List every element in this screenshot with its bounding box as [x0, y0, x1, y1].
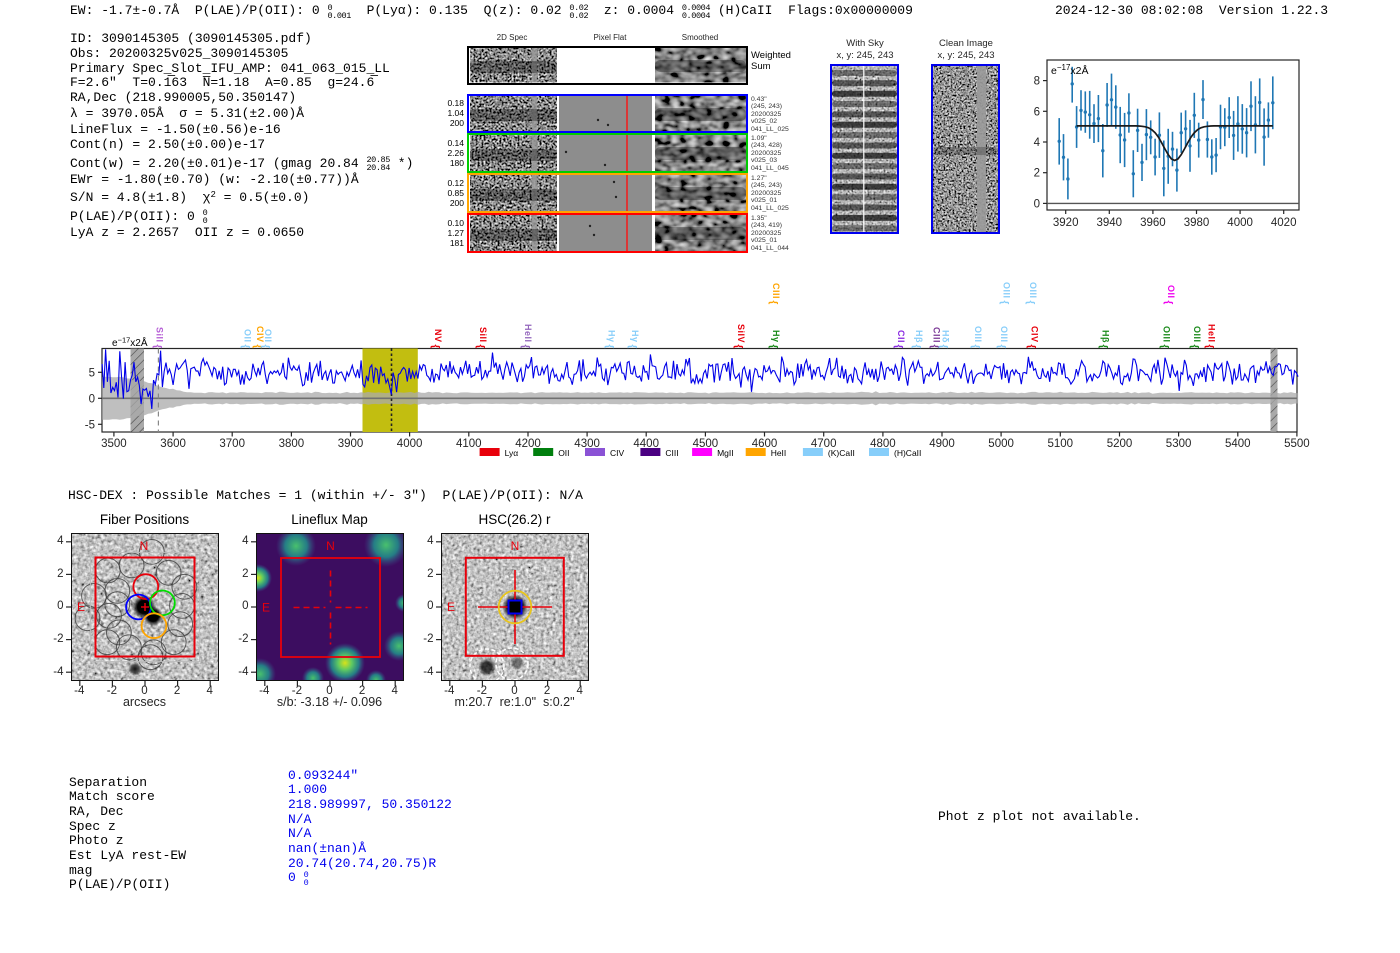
svg-text:3700: 3700 — [219, 438, 245, 450]
svg-text:5100: 5100 — [1048, 438, 1074, 450]
svg-text:8: 8 — [1034, 76, 1040, 88]
svg-text:0: 0 — [1034, 198, 1040, 210]
svg-text:3980: 3980 — [1184, 217, 1210, 229]
svg-text:3800: 3800 — [279, 438, 305, 450]
svg-text:5400: 5400 — [1225, 438, 1251, 450]
svg-text:4000: 4000 — [397, 438, 423, 450]
svg-text:5: 5 — [89, 367, 95, 379]
svg-text:3900: 3900 — [338, 438, 364, 450]
svg-text:3500: 3500 — [101, 438, 127, 450]
svg-text:5500: 5500 — [1284, 438, 1310, 450]
svg-text:(H)CaII: (H)CaII — [894, 448, 921, 458]
svg-text:5000: 5000 — [988, 438, 1014, 450]
svg-text:6: 6 — [1034, 106, 1040, 118]
svg-text:HeII: HeII — [771, 448, 787, 458]
svg-text:e−17x2Å: e−17x2Å — [112, 336, 148, 350]
svg-text:4000: 4000 — [1227, 217, 1253, 229]
svg-text:3920: 3920 — [1053, 217, 1079, 229]
svg-text:CIII: CIII — [665, 448, 678, 458]
svg-text:4020: 4020 — [1271, 217, 1297, 229]
svg-text:2: 2 — [1034, 168, 1040, 180]
svg-text:0: 0 — [89, 393, 95, 405]
svg-text:(K)CaII: (K)CaII — [828, 448, 855, 458]
svg-text:5200: 5200 — [1107, 438, 1133, 450]
svg-text:OII: OII — [558, 448, 569, 458]
svg-text:5300: 5300 — [1166, 438, 1192, 450]
svg-text:3940: 3940 — [1097, 217, 1123, 229]
svg-text:e−17x2Å: e−17x2Å — [1051, 63, 1089, 77]
svg-text:-5: -5 — [85, 419, 95, 431]
svg-text:4: 4 — [1034, 137, 1041, 149]
svg-text:3960: 3960 — [1140, 217, 1166, 229]
svg-text:3600: 3600 — [160, 438, 186, 450]
svg-text:Lyα: Lyα — [505, 448, 519, 458]
svg-text:MgII: MgII — [717, 448, 734, 458]
svg-text:CIV: CIV — [610, 448, 625, 458]
